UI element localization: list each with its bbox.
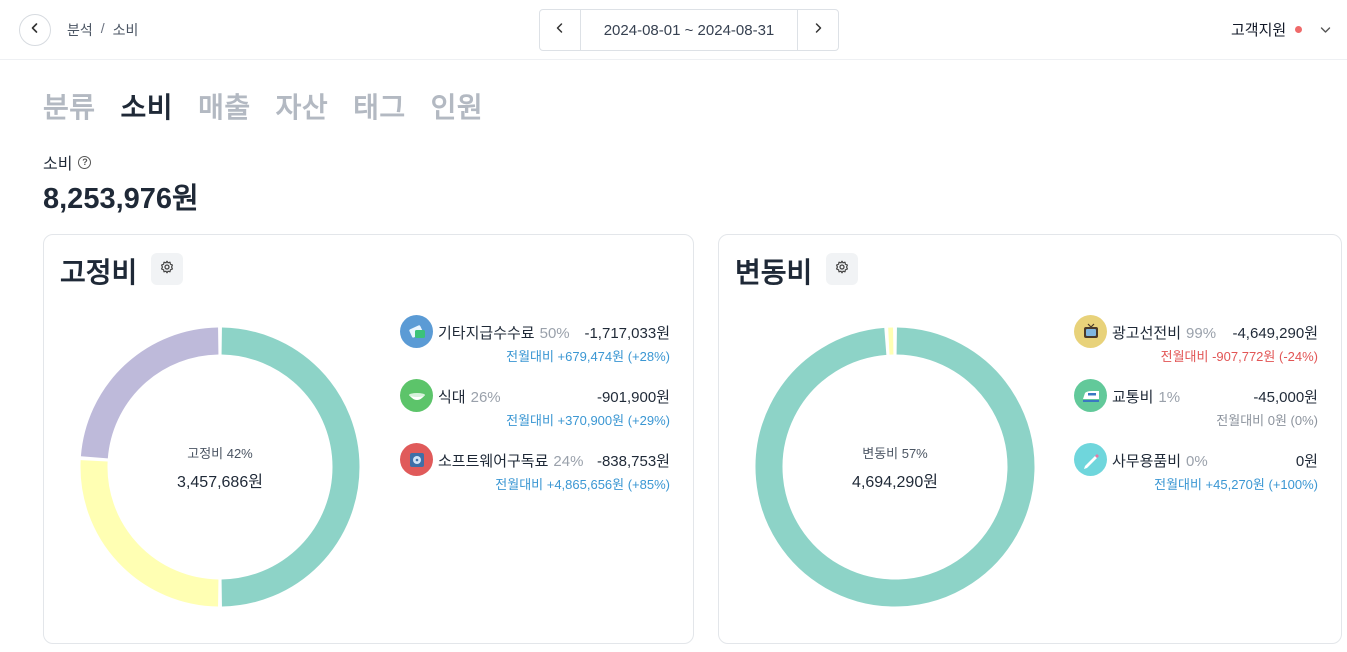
legend-month-diff: 전월대비 +4,865,656원 (+85%)	[495, 477, 670, 492]
legend-name: 교통비 1%	[1112, 389, 1181, 406]
legend-month-diff: 전월대비 -907,772원 (-24%)	[1160, 349, 1318, 364]
legend-amount: -838,753원	[596, 453, 670, 470]
customer-support-label: 고객지원	[1231, 22, 1287, 39]
tab-tags[interactable]: 태그	[353, 86, 406, 126]
help-icon[interactable]: ?	[78, 155, 92, 169]
chevron-down-icon	[1320, 26, 1331, 34]
variable-cost-card: 변동비 변동비 57% 4,694,290원 광고선전비 99% -4,649,2…	[718, 234, 1342, 644]
donut-segment[interactable]	[80, 327, 219, 459]
pen-icon	[1074, 443, 1107, 476]
variable-cost-settings-button[interactable]	[826, 253, 858, 285]
legend-amount: -4,649,290원	[1232, 325, 1318, 342]
fixed-cost-card: 고정비 고정비 42% 3,457,686원 기타지급수수료 50% -1,717…	[43, 234, 694, 644]
legend-name: 소프트웨어구독료 24%	[438, 453, 584, 470]
tv-icon	[1074, 315, 1107, 348]
variable-cost-donut-chart	[755, 327, 1035, 607]
legend-name: 사무용품비 0%	[1112, 453, 1208, 470]
legend-amount: -1,717,033원	[584, 325, 670, 342]
donut-segment[interactable]	[80, 460, 219, 607]
legend-item[interactable]: 식대 26% -901,900원 전월대비 +370,900원 (+29%)	[400, 379, 670, 443]
legend-item[interactable]: 교통비 1% -45,000원 전월대비 0원 (0%)	[1074, 379, 1318, 443]
legend-month-diff: 전월대비 +45,270원 (+100%)	[1154, 477, 1318, 492]
fixed-cost-donut-chart	[80, 327, 360, 607]
top-bar: 분석 / 소비 2024-08-01 ~ 2024-08-31 고객지원	[0, 0, 1347, 60]
total-spending-value: 8,253,976원	[43, 183, 199, 215]
breadcrumb: 분석 / 소비	[67, 20, 138, 40]
legend-name: 기타지급수수료 50%	[438, 325, 570, 342]
analysis-tabs: 분류 소비 매출 자산 태그 인원	[43, 86, 483, 126]
gear-icon	[160, 260, 174, 279]
legend-month-diff: 전월대비 +370,900원 (+29%)	[506, 413, 670, 428]
fixed-cost-legend: 기타지급수수료 50% -1,717,033원 전월대비 +679,474원 (+…	[400, 315, 670, 507]
chevron-left-icon	[555, 21, 565, 39]
tab-personnel[interactable]: 인원	[431, 86, 484, 126]
gear-icon	[835, 260, 849, 279]
donut-segment[interactable]	[221, 327, 360, 607]
variable-cost-legend: 광고선전비 99% -4,649,290원 전월대비 -907,772원 (-24…	[1074, 315, 1318, 507]
card-title: 변동비	[735, 257, 813, 288]
date-range-text[interactable]: 2024-08-01 ~ 2024-08-31	[581, 10, 797, 50]
breadcrumb-parent[interactable]: 분석	[67, 20, 93, 40]
total-spending-label: 소비	[43, 156, 73, 173]
breadcrumb-separator: /	[100, 20, 105, 36]
card-title: 고정비	[60, 257, 138, 288]
chevron-right-icon	[813, 21, 823, 39]
payment-icon	[400, 315, 433, 348]
food-bowl-icon	[400, 379, 433, 412]
customer-support-menu[interactable]: 고객지원	[1231, 19, 1331, 40]
legend-month-diff: 전월대비 0원 (0%)	[1216, 413, 1318, 428]
tab-assets[interactable]: 자산	[276, 86, 329, 126]
back-button[interactable]	[19, 14, 51, 46]
notification-dot	[1295, 26, 1303, 33]
tab-spending[interactable]: 소비	[121, 86, 174, 126]
total-spending-label-row: 소비 ?	[43, 150, 92, 174]
train-icon	[1074, 379, 1107, 412]
fixed-cost-settings-button[interactable]	[151, 253, 183, 285]
chevron-left-icon	[29, 21, 41, 39]
previous-period-button[interactable]	[540, 10, 581, 50]
donut-segment[interactable]	[755, 327, 1035, 607]
breadcrumb-current: 소비	[112, 22, 139, 38]
tab-category[interactable]: 분류	[43, 86, 96, 126]
legend-amount: 0원	[1295, 453, 1318, 470]
legend-item[interactable]: 광고선전비 99% -4,649,290원 전월대비 -907,772원 (-24…	[1074, 315, 1318, 379]
legend-month-diff: 전월대비 +679,474원 (+28%)	[506, 349, 670, 364]
date-range-navigator: 2024-08-01 ~ 2024-08-31	[539, 9, 839, 51]
next-period-button[interactable]	[797, 10, 838, 50]
software-disk-icon	[400, 443, 433, 476]
legend-item[interactable]: 소프트웨어구독료 24% -838,753원 전월대비 +4,865,656원 (…	[400, 443, 670, 507]
legend-name: 식대 26%	[438, 389, 501, 406]
legend-item[interactable]: 사무용품비 0% 0원 전월대비 +45,270원 (+100%)	[1074, 443, 1318, 507]
legend-name: 광고선전비 99%	[1112, 325, 1217, 342]
legend-amount: -45,000원	[1253, 389, 1318, 406]
legend-item[interactable]: 기타지급수수료 50% -1,717,033원 전월대비 +679,474원 (+…	[400, 315, 670, 379]
legend-amount: -901,900원	[596, 389, 670, 406]
tab-sales[interactable]: 매출	[198, 86, 251, 126]
